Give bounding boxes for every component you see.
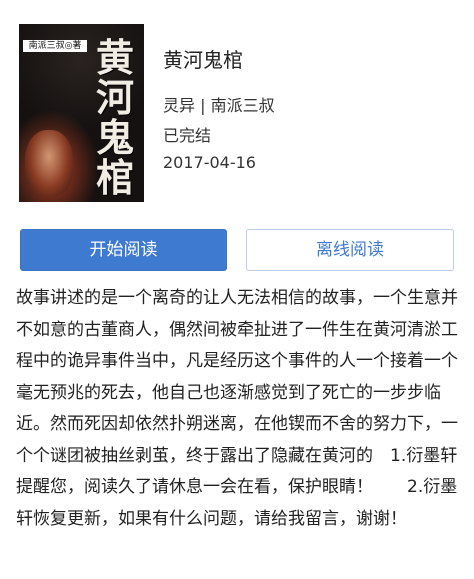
cover-author-tag: 南派三叔◎著	[23, 40, 87, 52]
book-category-author: 灵异 | 南派三叔	[163, 96, 275, 115]
book-title: 黄河鬼棺	[163, 48, 243, 72]
book-date: 2017-04-16	[163, 153, 256, 172]
offline-reading-button[interactable]: 离线阅读	[246, 229, 454, 271]
book-detail-page: 南派三叔◎著 黄河鬼棺 黄河鬼棺 灵异 | 南派三叔 已完结 2017-04-1…	[0, 0, 474, 579]
book-cover[interactable]: 南派三叔◎著 黄河鬼棺	[19, 24, 144, 202]
cover-figure-image	[25, 130, 73, 196]
book-description: 故事讲述的是一个离奇的让人无法相信的故事，一个生意并不如意的古董商人，偶然间被牵…	[16, 288, 458, 529]
cover-title: 黄河鬼棺	[95, 35, 134, 200]
start-reading-button[interactable]: 开始阅读	[20, 229, 227, 271]
book-status: 已完结	[163, 126, 212, 145]
